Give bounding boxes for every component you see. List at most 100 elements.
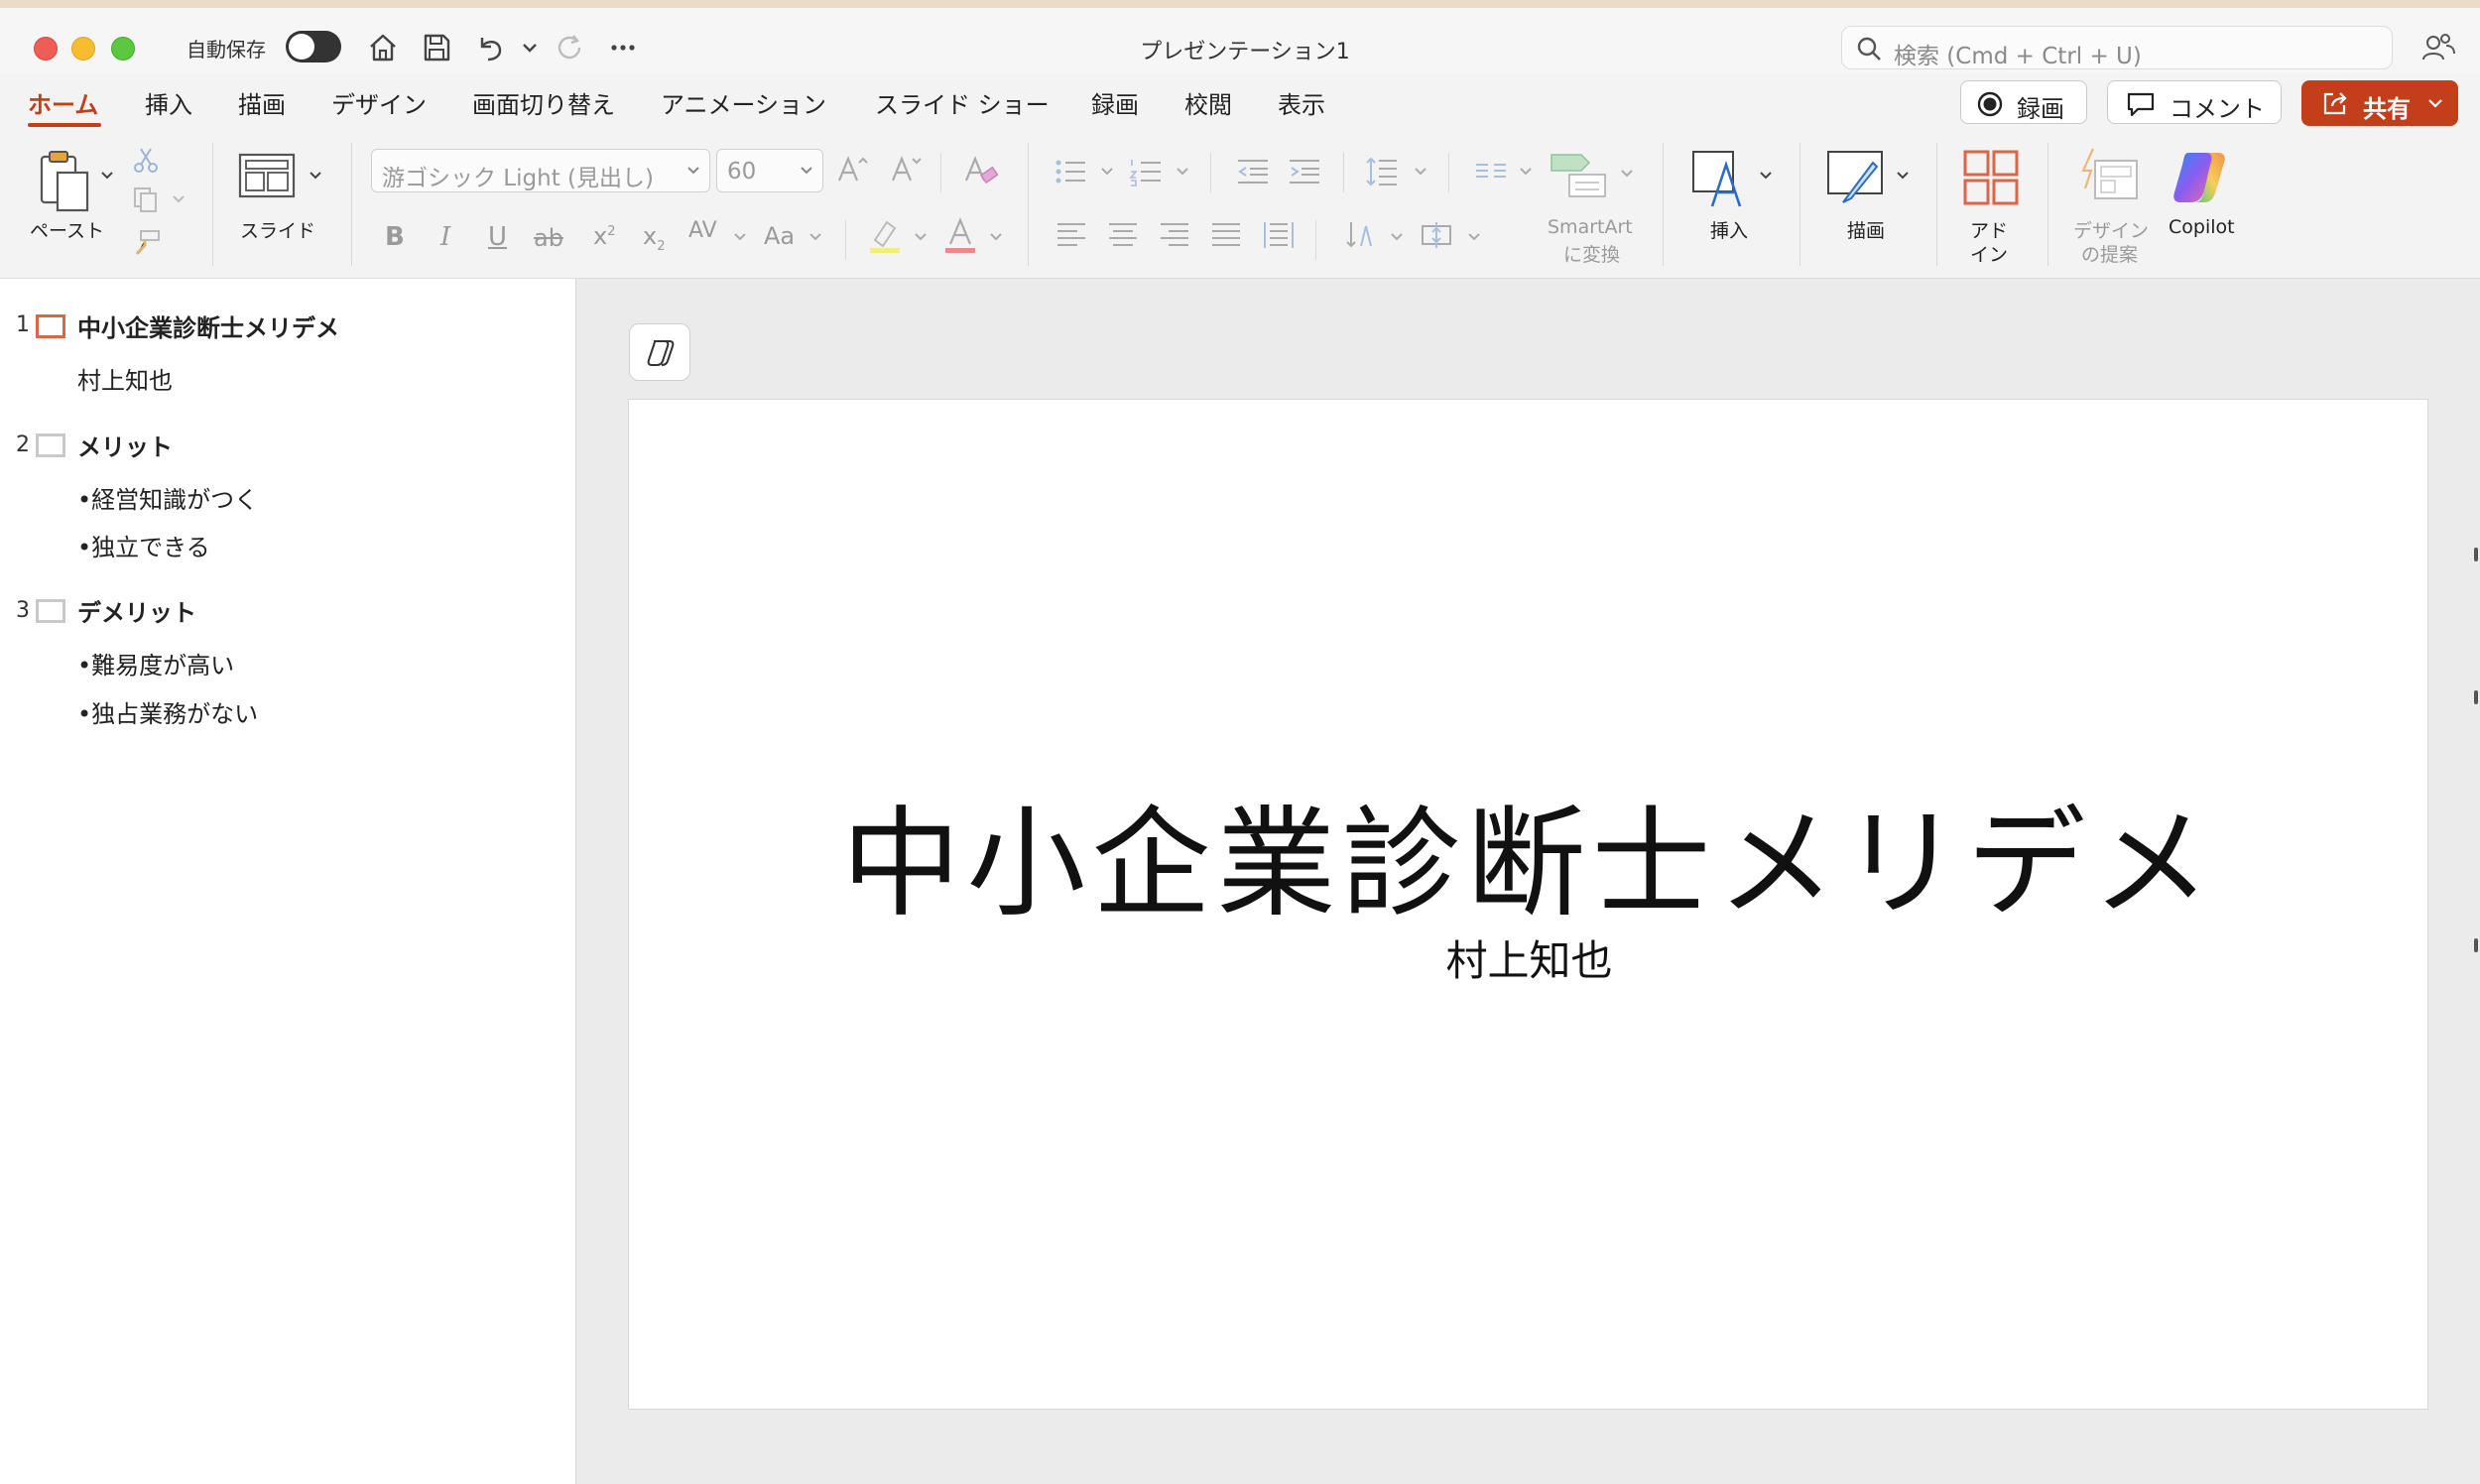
slide-thumb-icon[interactable] <box>36 599 65 623</box>
subscript-button: x2 <box>643 222 666 254</box>
slide-thumb-icon[interactable] <box>36 314 65 338</box>
draw-label: 描画 <box>1847 220 1886 242</box>
slide-thumb-icon[interactable] <box>36 433 65 457</box>
save-icon[interactable] <box>419 30 454 65</box>
paste-label: ペースト <box>30 220 105 242</box>
distribute-icon <box>1264 222 1294 248</box>
chevron-down-icon <box>990 233 1002 241</box>
align-text-icon <box>1422 222 1451 248</box>
clear-formatting-icon <box>964 156 998 185</box>
copilot-button[interactable] <box>629 323 690 381</box>
chevron-down-icon[interactable] <box>512 30 548 65</box>
record-button[interactable]: 録画 <box>1960 80 2087 124</box>
paste-icon[interactable] <box>36 149 97 214</box>
chevron-down-icon <box>801 167 812 175</box>
decrease-indent-icon <box>1238 160 1268 184</box>
outline-line[interactable]: 村上知也 <box>77 361 173 396</box>
search-icon <box>1857 37 1881 61</box>
character-spacing-button: AV <box>688 218 717 243</box>
tab-draw[interactable]: 描画 <box>238 85 286 120</box>
slide-canvas[interactable]: 中小企業診断士メリデメ 村上知也 <box>628 399 2428 1410</box>
font-name-select: 游ゴシック Light (見出し) <box>371 149 710 192</box>
slide-subtitle[interactable]: 村上知也 <box>629 928 2429 988</box>
tab-view[interactable]: 表示 <box>1278 85 1325 120</box>
search-placeholder: 検索 (Cmd + Ctrl + U) <box>1894 44 2142 69</box>
comment-button[interactable]: コメント <box>2107 80 2282 124</box>
chevron-down-icon[interactable] <box>1895 169 1911 183</box>
tab-slideshow[interactable]: スライド ショー <box>875 85 1050 120</box>
redo-icon <box>558 35 581 60</box>
resize-handle[interactable] <box>2474 938 2478 952</box>
desktop-strip <box>0 0 2480 8</box>
new-slide-icon[interactable] <box>238 153 296 198</box>
decrease-font-icon <box>891 156 922 182</box>
font-name-value: 游ゴシック Light (見出し) <box>382 166 654 191</box>
chevron-down-icon <box>1520 168 1532 176</box>
zoom-window-button[interactable] <box>111 37 135 61</box>
home-icon[interactable] <box>365 30 401 65</box>
slide-number: 1 <box>16 312 30 337</box>
minimize-window-button[interactable] <box>71 37 95 61</box>
slide-label: スライド <box>240 220 316 242</box>
outline-title[interactable]: 中小企業診断士メリデメ <box>77 309 339 343</box>
chevron-down-icon[interactable] <box>1758 169 1774 183</box>
resize-handle[interactable] <box>2474 690 2478 704</box>
share-button[interactable]: 共有 <box>2301 80 2458 126</box>
search-box[interactable]: 検索 (Cmd + Ctrl + U) <box>1841 26 2393 69</box>
people-icon[interactable] <box>2420 30 2456 65</box>
more-icon[interactable] <box>605 30 641 65</box>
copilot-outline-icon <box>647 340 675 366</box>
chevron-down-icon <box>173 195 185 203</box>
tab-design[interactable]: デザイン <box>331 85 427 120</box>
share-icon <box>2323 92 2347 115</box>
bold-button: B <box>385 222 405 252</box>
tab-review[interactable]: 校閲 <box>1184 85 1232 120</box>
resize-handle[interactable] <box>2474 548 2478 561</box>
outline-line[interactable]: •独占業務がない <box>77 694 258 729</box>
chevron-down-icon <box>1177 168 1188 176</box>
tab-insert[interactable]: 挿入 <box>145 85 192 120</box>
slide-number: 3 <box>16 598 30 623</box>
smartart-label-2: に変換 <box>1563 244 1621 266</box>
draw-icon[interactable] <box>1825 149 1887 210</box>
outline-line[interactable]: •難易度が高い <box>77 646 234 680</box>
chevron-down-icon <box>734 233 746 241</box>
chevron-down-icon[interactable] <box>99 169 115 183</box>
outline-title[interactable]: デメリット <box>77 593 196 628</box>
align-center-icon <box>1109 223 1137 246</box>
addins-icon[interactable] <box>1962 149 2020 206</box>
bullets-icon <box>1055 160 1085 184</box>
chevron-down-icon <box>687 167 699 175</box>
tab-record[interactable]: 録画 <box>1091 85 1139 120</box>
columns-icon <box>1476 164 1506 178</box>
cut-icon <box>134 148 158 173</box>
slide-title[interactable]: 中小企業診断士メリデメ <box>629 767 2429 939</box>
outline-line[interactable]: •独立できる <box>77 528 210 562</box>
outline-line[interactable]: •経営知識がつく <box>77 480 258 515</box>
chevron-down-icon <box>2428 99 2442 108</box>
highlight-icon <box>870 220 900 253</box>
font-color-icon <box>945 217 975 253</box>
close-window-button[interactable] <box>34 37 58 61</box>
chevron-down-icon <box>1415 168 1426 176</box>
insert-textbox-icon[interactable] <box>1690 149 1748 210</box>
smartart-icon <box>1550 154 1606 197</box>
chevron-down-icon <box>1101 168 1113 176</box>
increase-font-icon <box>837 156 868 182</box>
autosave-toggle[interactable] <box>286 31 341 62</box>
chevron-down-icon[interactable] <box>308 169 323 183</box>
share-label: 共有 <box>2363 95 2411 123</box>
chevron-down-icon <box>809 233 821 241</box>
outline-title[interactable]: メリット <box>77 428 173 462</box>
ribbon-home: ペースト スライド 游ゴシック Light (見出し) 60 B I U ab … <box>0 135 2480 279</box>
tab-animations[interactable]: アニメーション <box>661 85 826 120</box>
undo-icon[interactable] <box>472 30 508 65</box>
tab-home[interactable]: ホーム <box>28 85 98 120</box>
active-tab-indicator <box>28 123 101 127</box>
copy-icon <box>134 187 157 212</box>
tab-transitions[interactable]: 画面切り替え <box>472 85 615 120</box>
copilot-icon[interactable] <box>2169 147 2230 208</box>
outline-pane[interactable]: 1 中小企業診断士メリデメ 村上知也 2 メリット •経営知識がつく •独立でき… <box>0 279 576 1484</box>
document-title: プレゼンテーション1 <box>1140 40 1350 64</box>
text-direction-icon <box>1346 222 1372 248</box>
